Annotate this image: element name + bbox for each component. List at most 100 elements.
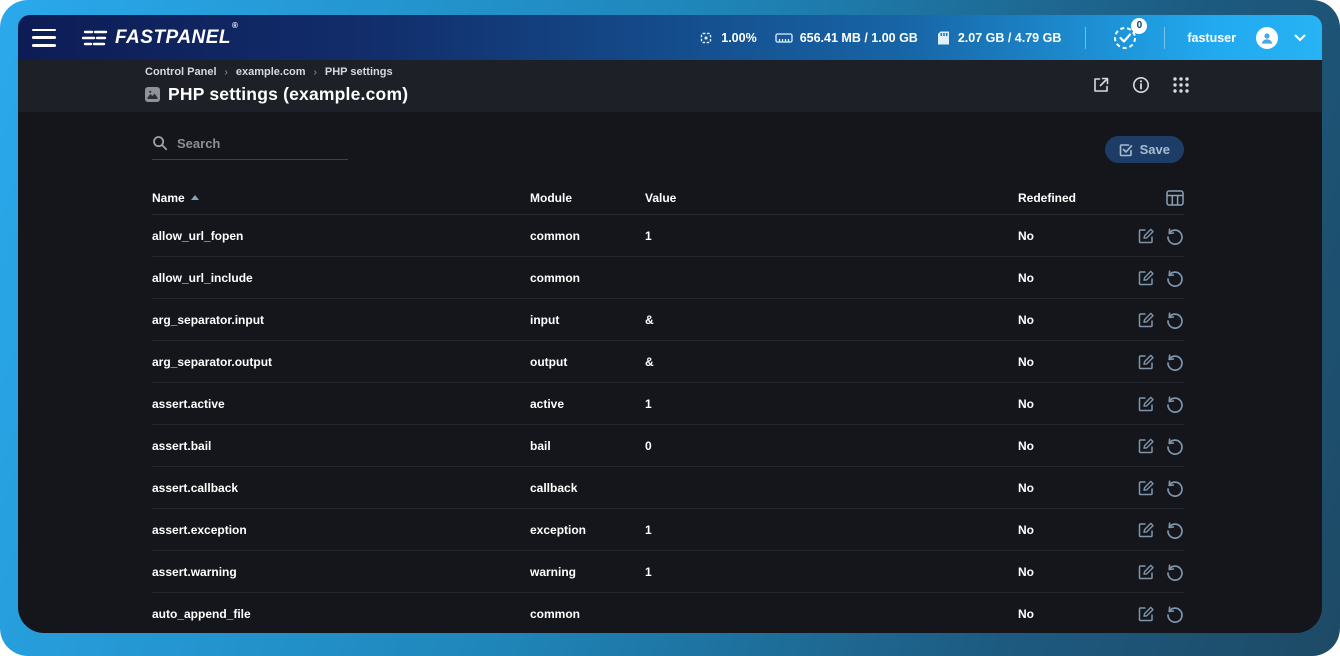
save-check-icon	[1119, 143, 1133, 157]
sort-ascending-icon	[191, 195, 199, 200]
setting-module: active	[530, 397, 645, 411]
setting-module: common	[530, 607, 645, 621]
table-row: assert.warning warning 1 No	[152, 551, 1184, 593]
setting-module: common	[530, 229, 645, 243]
column-header-redefined[interactable]: Redefined	[1018, 191, 1120, 205]
setting-redefined: No	[1018, 439, 1120, 453]
setting-redefined: No	[1018, 523, 1120, 537]
breadcrumb-item[interactable]: example.com	[236, 66, 306, 78]
cpu-usage-value: 1.00%	[721, 31, 756, 45]
column-header-name[interactable]: Name	[152, 191, 530, 205]
table-row: assert.exception exception 1 No	[152, 509, 1184, 551]
toolbar: Save	[152, 135, 1184, 163]
edit-setting-icon[interactable]	[1137, 563, 1155, 581]
reset-setting-icon[interactable]	[1166, 227, 1184, 245]
site-favicon-image-icon	[145, 87, 160, 102]
reset-setting-icon[interactable]	[1166, 521, 1184, 539]
setting-name: assert.callback	[152, 481, 530, 495]
reset-setting-icon[interactable]	[1166, 269, 1184, 287]
breadcrumb: Control Panel›example.com›PHP settings	[145, 66, 393, 78]
setting-value: 1	[645, 229, 1018, 243]
setting-module: input	[530, 313, 645, 327]
column-settings-icon[interactable]	[1166, 190, 1184, 206]
setting-redefined: No	[1018, 355, 1120, 369]
setting-redefined: No	[1018, 313, 1120, 327]
setting-value: 1	[645, 565, 1018, 579]
php-settings-table: Name Module Value Redefined	[152, 181, 1184, 633]
notifications-button[interactable]: 0	[1112, 25, 1138, 51]
reset-setting-icon[interactable]	[1166, 479, 1184, 497]
setting-value: 1	[645, 397, 1018, 411]
reset-setting-icon[interactable]	[1166, 311, 1184, 329]
setting-module: warning	[530, 565, 645, 579]
search-box	[152, 135, 348, 160]
reset-setting-icon[interactable]	[1166, 437, 1184, 455]
reset-setting-icon[interactable]	[1166, 605, 1184, 623]
hamburger-menu-icon[interactable]	[32, 29, 56, 47]
user-avatar[interactable]	[1256, 27, 1278, 49]
setting-name: assert.active	[152, 397, 530, 411]
top-navbar: FASTPANEL® 1.00%	[18, 15, 1322, 60]
setting-name: auto_append_file	[152, 607, 530, 621]
notifications-count-badge: 0	[1131, 18, 1147, 34]
info-icon[interactable]	[1132, 76, 1150, 94]
setting-name: allow_url_fopen	[152, 229, 530, 243]
fastpanel-logo[interactable]: FASTPANEL®	[82, 27, 237, 49]
edit-setting-icon[interactable]	[1137, 605, 1155, 623]
reset-setting-icon[interactable]	[1166, 353, 1184, 371]
table-body: allow_url_fopen common 1 No allow_url_in…	[152, 215, 1184, 633]
setting-module: output	[530, 355, 645, 369]
memory-icon	[775, 31, 793, 45]
column-header-module[interactable]: Module	[530, 191, 645, 205]
open-external-link-icon[interactable]	[1092, 76, 1110, 94]
edit-setting-icon[interactable]	[1137, 437, 1155, 455]
edit-setting-icon[interactable]	[1137, 395, 1155, 413]
setting-module: common	[530, 271, 645, 285]
setting-name: assert.bail	[152, 439, 530, 453]
edit-setting-icon[interactable]	[1137, 269, 1155, 287]
column-header-value[interactable]: Value	[645, 191, 1018, 205]
app-window: FASTPANEL® 1.00%	[0, 0, 1340, 656]
breadcrumb-separator: ›	[314, 67, 317, 78]
edit-setting-icon[interactable]	[1137, 521, 1155, 539]
table-header-row: Name Module Value Redefined	[152, 181, 1184, 215]
table-row: auto_append_file common No	[152, 593, 1184, 633]
setting-module: exception	[530, 523, 645, 537]
disk-usage-value: 2.07 GB / 4.79 GB	[958, 31, 1062, 45]
navbar-divider	[1085, 27, 1086, 49]
edit-setting-icon[interactable]	[1137, 479, 1155, 497]
reset-setting-icon[interactable]	[1166, 563, 1184, 581]
table-row: allow_url_include common No	[152, 257, 1184, 299]
content-panel: Control Panel›example.com›PHP settings P…	[18, 60, 1322, 633]
apps-grid-icon[interactable]	[1172, 76, 1190, 94]
table-row: allow_url_fopen common 1 No	[152, 215, 1184, 257]
setting-module: bail	[530, 439, 645, 453]
save-button[interactable]: Save	[1105, 136, 1184, 163]
reset-setting-icon[interactable]	[1166, 395, 1184, 413]
setting-module: callback	[530, 481, 645, 495]
table-row: arg_separator.output output & No	[152, 341, 1184, 383]
username-label: fastuser	[1187, 31, 1236, 45]
setting-name: assert.warning	[152, 565, 530, 579]
setting-redefined: No	[1018, 397, 1120, 411]
fastpanel-logo-icon	[82, 28, 108, 48]
edit-setting-icon[interactable]	[1137, 353, 1155, 371]
edit-setting-icon[interactable]	[1137, 311, 1155, 329]
breadcrumb-item[interactable]: PHP settings	[325, 66, 393, 78]
breadcrumb-item[interactable]: Control Panel	[145, 66, 217, 78]
setting-value: 0	[645, 439, 1018, 453]
disk-usage-stat: 2.07 GB / 4.79 GB	[936, 30, 1062, 46]
setting-name: allow_url_include	[152, 271, 530, 285]
setting-redefined: No	[1018, 271, 1120, 285]
disk-icon	[936, 30, 951, 46]
setting-name: assert.exception	[152, 523, 530, 537]
setting-value: &	[645, 313, 1018, 327]
search-input[interactable]	[177, 136, 327, 151]
cpu-usage-stat: 1.00%	[698, 30, 756, 46]
user-menu-chevron-down-icon[interactable]	[1294, 34, 1306, 42]
edit-setting-icon[interactable]	[1137, 227, 1155, 245]
setting-name: arg_separator.input	[152, 313, 530, 327]
table-row: assert.callback callback No	[152, 467, 1184, 509]
setting-redefined: No	[1018, 565, 1120, 579]
fastpanel-logo-text: FASTPANEL®	[115, 27, 237, 49]
